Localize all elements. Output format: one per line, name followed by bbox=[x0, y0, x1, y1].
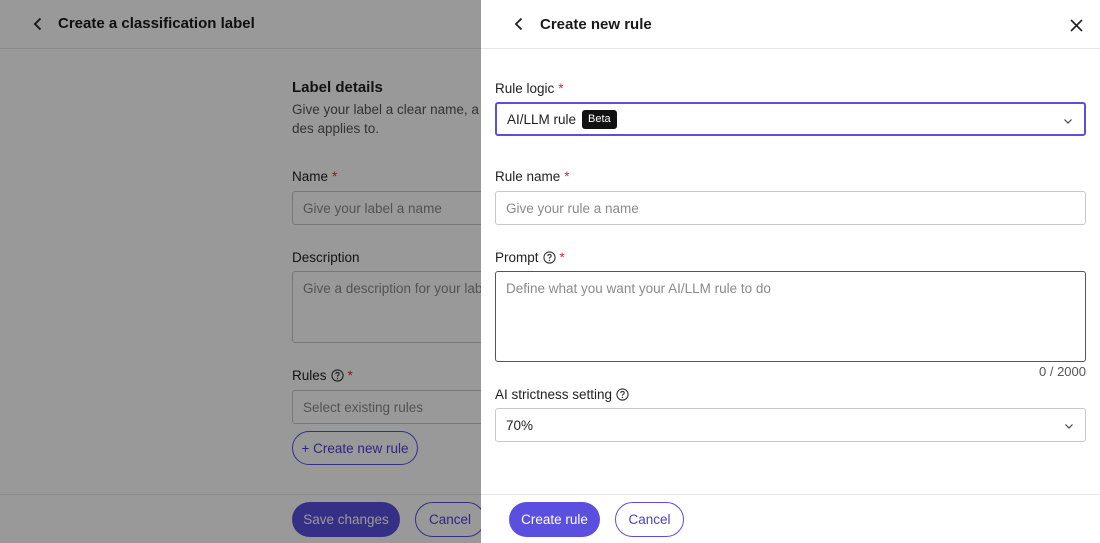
drawer-title: Create new rule bbox=[540, 16, 652, 33]
chevron-down-icon bbox=[1063, 419, 1075, 431]
help-icon[interactable] bbox=[542, 251, 556, 264]
rule-name-input[interactable]: Give your rule a name bbox=[495, 191, 1086, 225]
help-icon[interactable] bbox=[616, 388, 629, 401]
strictness-label: AI strictness setting bbox=[495, 387, 629, 402]
rule-logic-value: AI/LLM rule bbox=[507, 111, 577, 127]
rule-name-label: Rule name * bbox=[495, 169, 570, 184]
close-icon[interactable] bbox=[1066, 15, 1086, 35]
required-marker: * bbox=[558, 81, 564, 96]
required-marker: * bbox=[559, 250, 565, 265]
rule-name-label-text: Rule name bbox=[495, 169, 561, 184]
prompt-placeholder: Define what you want your AI/LLM rule to… bbox=[506, 281, 771, 296]
create-rule-drawer: Create new rule Rule logic * AI/LLM rule… bbox=[481, 0, 1100, 543]
rule-logic-label-text: Rule logic bbox=[495, 81, 555, 96]
back-arrow-icon[interactable] bbox=[509, 14, 529, 34]
strictness-value: 70% bbox=[506, 417, 534, 433]
strictness-label-text: AI strictness setting bbox=[495, 387, 613, 402]
prompt-label: Prompt * bbox=[495, 250, 565, 265]
rule-logic-label: Rule logic * bbox=[495, 81, 564, 96]
rule-name-placeholder: Give your rule a name bbox=[506, 200, 639, 216]
drawer-header: Create new rule bbox=[481, 0, 1100, 49]
prompt-label-text: Prompt bbox=[495, 250, 539, 265]
prompt-character-counter: 0 / 2000 bbox=[1039, 364, 1086, 379]
create-rule-button[interactable]: Create rule bbox=[509, 502, 600, 537]
rule-logic-select[interactable]: AI/LLM rule Beta bbox=[495, 102, 1086, 136]
beta-badge: Beta bbox=[582, 109, 617, 129]
chevron-down-icon bbox=[1062, 114, 1074, 126]
drawer-cancel-button[interactable]: Cancel bbox=[615, 502, 684, 537]
strictness-select[interactable]: 70% bbox=[495, 408, 1086, 442]
required-marker: * bbox=[564, 169, 570, 184]
prompt-textarea[interactable]: Define what you want your AI/LLM rule to… bbox=[495, 271, 1086, 362]
